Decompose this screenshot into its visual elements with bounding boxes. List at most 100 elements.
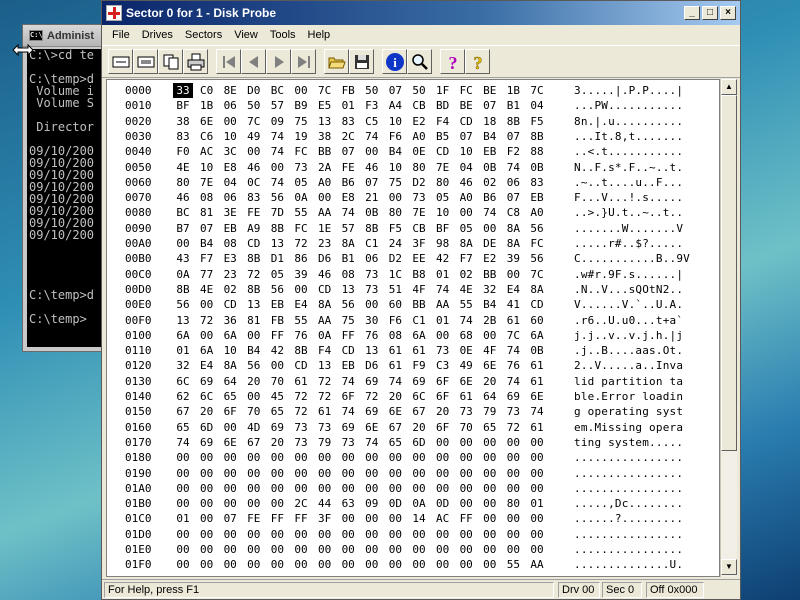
hex-byte[interactable]: 6C bbox=[173, 374, 193, 389]
hex-byte[interactable]: 56 bbox=[267, 190, 287, 205]
hex-byte[interactable]: 14 bbox=[409, 511, 429, 526]
hex-byte[interactable]: 00 bbox=[480, 450, 500, 465]
hex-byte[interactable]: 00 bbox=[503, 435, 523, 450]
hex-byte[interactable]: 57 bbox=[338, 221, 358, 236]
hex-row[interactable]: 00E0 56 00 CD 13 EB E4 8A 56 00 60 BB AA 55 B4 41 CD V...… bbox=[107, 297, 719, 312]
ascii-column[interactable]: ..<.t........... bbox=[574, 144, 683, 159]
hex-byte[interactable]: 74 bbox=[527, 404, 547, 419]
hex-byte[interactable]: 83 bbox=[527, 175, 547, 190]
hex-byte[interactable]: 00 bbox=[456, 557, 476, 572]
hex-byte[interactable]: 00 bbox=[385, 511, 405, 526]
hex-byte[interactable]: 04 bbox=[527, 98, 547, 113]
ascii-column[interactable]: .w#r.9F.s......| bbox=[574, 267, 683, 282]
hex-byte[interactable]: E8 bbox=[220, 160, 240, 175]
hex-byte[interactable]: F6 bbox=[385, 313, 405, 328]
ascii-column[interactable]: ................ bbox=[574, 466, 683, 481]
hex-byte[interactable]: 00 bbox=[503, 527, 523, 542]
hex-byte[interactable]: 80 bbox=[385, 205, 405, 220]
ascii-column[interactable]: N..F.s*.F..~..t. bbox=[574, 160, 683, 175]
hex-byte[interactable]: 8A bbox=[456, 236, 476, 251]
hex-byte[interactable]: B4 bbox=[480, 297, 500, 312]
hex-byte[interactable]: 8A bbox=[338, 236, 358, 251]
hex-byte[interactable]: 00 bbox=[433, 435, 453, 450]
hex-byte[interactable]: DE bbox=[480, 236, 500, 251]
hex-byte[interactable]: 13 bbox=[315, 114, 335, 129]
hex-byte[interactable]: 05 bbox=[456, 221, 476, 236]
hex-byte[interactable]: 60 bbox=[527, 313, 547, 328]
hex-byte[interactable]: 74 bbox=[338, 374, 358, 389]
hex-byte[interactable]: 75 bbox=[385, 175, 405, 190]
hex-byte[interactable]: 00 bbox=[385, 557, 405, 572]
hex-byte[interactable]: 00 bbox=[433, 527, 453, 542]
hex-byte[interactable]: 2A bbox=[315, 160, 335, 175]
hex-byte[interactable]: 00 bbox=[291, 481, 311, 496]
ascii-column[interactable]: lid partition ta bbox=[574, 374, 683, 389]
menu-file[interactable]: File bbox=[106, 29, 136, 41]
hex-row[interactable]: 0080 BC 81 3E FE 7D 55 AA 74 0B 80 7E 10 00 74 C8 A0 ..>.… bbox=[107, 205, 719, 220]
hex-byte[interactable]: 00 bbox=[220, 496, 240, 511]
hex-byte[interactable]: 01 bbox=[433, 313, 453, 328]
hex-byte[interactable]: 10 bbox=[220, 129, 240, 144]
hex-byte[interactable]: 6D bbox=[409, 435, 429, 450]
hex-byte[interactable]: 00 bbox=[385, 450, 405, 465]
hex-row[interactable]: 00F0 13 72 36 81 FB 55 AA 75 30 F6 C1 01 74 2B 61 60 .r6.… bbox=[107, 313, 719, 328]
hex-byte[interactable]: FC bbox=[456, 83, 476, 98]
hex-byte[interactable]: F7 bbox=[197, 251, 217, 266]
ascii-column[interactable]: ble.Error loadin bbox=[574, 389, 683, 404]
hex-byte[interactable]: B4 bbox=[197, 236, 217, 251]
hex-byte[interactable]: 4E bbox=[456, 282, 476, 297]
hex-byte[interactable]: A0 bbox=[315, 175, 335, 190]
hex-byte[interactable]: EB bbox=[220, 221, 240, 236]
hex-byte[interactable]: 21 bbox=[362, 190, 382, 205]
hex-byte[interactable]: 20 bbox=[267, 435, 287, 450]
hex-byte[interactable]: 13 bbox=[173, 313, 193, 328]
hex-byte[interactable]: 00 bbox=[338, 557, 358, 572]
hex-byte[interactable]: 30 bbox=[362, 313, 382, 328]
hex-byte[interactable]: 80 bbox=[433, 175, 453, 190]
hex-byte[interactable]: 00 bbox=[456, 496, 476, 511]
hex-byte[interactable]: E4 bbox=[197, 358, 217, 373]
hex-byte[interactable]: 10 bbox=[385, 160, 405, 175]
info-button[interactable]: i bbox=[382, 49, 407, 74]
hex-byte[interactable]: B7 bbox=[173, 221, 193, 236]
hex-byte[interactable]: 74 bbox=[362, 435, 382, 450]
hex-byte[interactable]: 00 bbox=[480, 511, 500, 526]
hex-byte[interactable]: C1 bbox=[362, 236, 382, 251]
hex-byte[interactable]: 8E bbox=[220, 83, 240, 98]
hex-row[interactable]: 00A0 00 B4 08 CD 13 72 23 8A C1 24 3F 98 8A DE 8A FC....… bbox=[107, 236, 719, 251]
hex-byte[interactable]: 00 bbox=[197, 328, 217, 343]
last-sector-button[interactable] bbox=[291, 49, 316, 74]
hex-byte[interactable]: 73 bbox=[291, 160, 311, 175]
maximize-button[interactable]: □ bbox=[702, 6, 718, 20]
hex-byte[interactable]: EB bbox=[527, 190, 547, 205]
hex-byte[interactable]: EB bbox=[480, 144, 500, 159]
hex-byte[interactable]: 74 bbox=[267, 129, 287, 144]
hex-byte[interactable]: AC bbox=[433, 511, 453, 526]
hex-byte[interactable]: 44 bbox=[315, 496, 335, 511]
hex-byte[interactable]: 8A bbox=[503, 236, 523, 251]
hex-byte[interactable]: CB bbox=[409, 98, 429, 113]
hex-byte[interactable]: 65 bbox=[220, 389, 240, 404]
hex-byte[interactable]: 00 bbox=[267, 496, 287, 511]
hex-byte[interactable]: 00 bbox=[527, 450, 547, 465]
hex-byte[interactable]: 00 bbox=[456, 527, 476, 542]
hex-byte[interactable]: 04 bbox=[220, 175, 240, 190]
hex-byte[interactable]: 13 bbox=[267, 236, 287, 251]
hex-byte[interactable]: AA bbox=[315, 205, 335, 220]
hex-byte[interactable]: EB bbox=[338, 358, 358, 373]
hex-row[interactable]: 0000 33 C0 8E D0 BC 00 7C FB 50 07 50 1F FC BE 1B 7C 3...… bbox=[107, 83, 719, 98]
ascii-column[interactable]: ................ bbox=[574, 450, 683, 465]
hex-byte[interactable]: E4 bbox=[291, 297, 311, 312]
hex-byte[interactable]: AA bbox=[527, 557, 547, 572]
hex-byte[interactable]: 73 bbox=[456, 404, 476, 419]
hex-byte[interactable]: F3 bbox=[362, 98, 382, 113]
hex-byte[interactable]: FF bbox=[267, 511, 287, 526]
scroll-thumb[interactable] bbox=[721, 95, 737, 451]
hex-byte[interactable]: 20 bbox=[197, 404, 217, 419]
hex-byte[interactable]: 13 bbox=[244, 297, 264, 312]
hex-byte[interactable]: 8B bbox=[173, 282, 193, 297]
first-sector-button[interactable] bbox=[216, 49, 241, 74]
hex-byte[interactable]: 00 bbox=[244, 542, 264, 557]
hex-byte[interactable]: 00 bbox=[315, 466, 335, 481]
hex-byte[interactable]: BF bbox=[173, 98, 193, 113]
